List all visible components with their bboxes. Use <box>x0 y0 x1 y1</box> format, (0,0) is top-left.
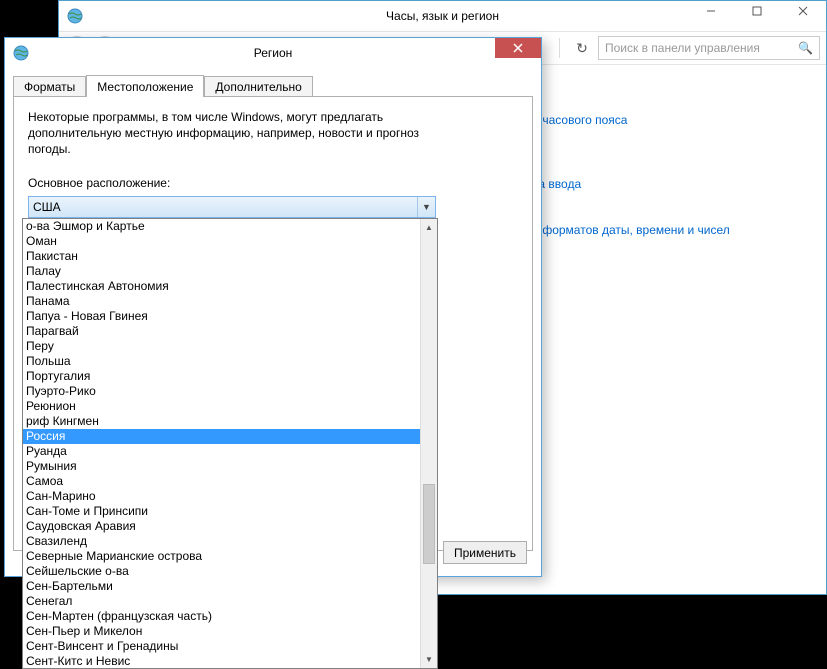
dropdown-item[interactable]: Палау <box>23 264 420 279</box>
scroll-down-button[interactable]: ▼ <box>421 651 437 668</box>
minimize-button[interactable] <box>688 1 734 21</box>
dropdown-item[interactable]: Палестинская Автономия <box>23 279 420 294</box>
location-combobox[interactable]: США ▼ <box>28 196 436 218</box>
dialog-titlebar[interactable]: Регион <box>5 38 541 68</box>
dropdown-item[interactable]: Оман <box>23 234 420 249</box>
scroll-up-button[interactable]: ▲ <box>421 219 437 236</box>
dropdown-item[interactable]: Польша <box>23 354 420 369</box>
dropdown-item[interactable]: Пакистан <box>23 249 420 264</box>
parent-titlebar[interactable]: Часы, язык и регион <box>59 1 826 31</box>
dialog-title: Регион <box>5 46 541 60</box>
dropdown-item[interactable]: Руанда <box>23 444 420 459</box>
dialog-close-button[interactable] <box>495 38 541 58</box>
dropdown-items-container: о-ва Эшмор и КартьеОманПакистанПалауПале… <box>23 219 420 668</box>
dropdown-item[interactable]: Румыния <box>23 459 420 474</box>
apply-button[interactable]: Применить <box>443 541 527 564</box>
search-placeholder: Поиск в панели управления <box>605 41 760 55</box>
dropdown-item[interactable]: Перу <box>23 339 420 354</box>
link-date-formats[interactable]: ние форматов даты, времени и чисел <box>519 223 730 237</box>
dropdown-item[interactable]: Северные Марианские острова <box>23 549 420 564</box>
globe-icon <box>67 8 83 24</box>
dropdown-item[interactable]: Сан-Марино <box>23 489 420 504</box>
location-label: Основное расположение: <box>28 176 518 190</box>
dropdown-item[interactable]: Парагвай <box>23 324 420 339</box>
tab-formats[interactable]: Форматы <box>13 76 86 98</box>
globe-icon <box>13 45 29 61</box>
dropdown-item[interactable]: Сен-Бартельми <box>23 579 420 594</box>
close-button[interactable] <box>780 1 826 21</box>
dropdown-item[interactable]: Саудовская Аравия <box>23 519 420 534</box>
dropdown-item[interactable]: Сент-Винсент и Гренадины <box>23 639 420 654</box>
dropdown-scrollbar[interactable]: ▲ ▼ <box>420 219 437 668</box>
scroll-thumb[interactable] <box>423 484 435 564</box>
dropdown-item[interactable]: Португалия <box>23 369 420 384</box>
toolbar-separator <box>559 38 560 58</box>
maximize-button[interactable] <box>734 1 780 21</box>
refresh-button[interactable]: ↻ <box>570 36 594 60</box>
dropdown-item[interactable]: Сенегал <box>23 594 420 609</box>
dropdown-item[interactable]: Панама <box>23 294 420 309</box>
location-dropdown-list[interactable]: о-ва Эшмор и КартьеОманПакистанПалауПале… <box>22 218 438 669</box>
dropdown-item[interactable]: Сен-Пьер и Микелон <box>23 624 420 639</box>
dropdown-item[interactable]: Реюнион <box>23 399 420 414</box>
dropdown-item[interactable]: о-ва Эшмор и Картье <box>23 219 420 234</box>
search-input[interactable]: Поиск в панели управления 🔍 <box>598 36 820 60</box>
dropdown-item[interactable]: Самоа <box>23 474 420 489</box>
dropdown-item[interactable]: Папуа - Новая Гвинея <box>23 309 420 324</box>
dropdown-item[interactable]: Сент-Китс и Невис <box>23 654 420 668</box>
dropdown-item[interactable]: Сейшельские о-ва <box>23 564 420 579</box>
dropdown-item[interactable]: Сан-Томе и Принсипи <box>23 504 420 519</box>
dropdown-item[interactable]: Свазиленд <box>23 534 420 549</box>
dropdown-item[interactable]: Сен-Мартен (французская часть) <box>23 609 420 624</box>
dropdown-item[interactable]: Пуэрто-Рико <box>23 384 420 399</box>
chevron-down-icon: ▼ <box>417 197 435 217</box>
location-description: Некоторые программы, в том числе Windows… <box>28 109 428 158</box>
location-selected-value: США <box>33 200 61 214</box>
search-icon: 🔍 <box>798 41 813 55</box>
dropdown-item[interactable]: Россия <box>23 429 420 444</box>
tab-additional[interactable]: Дополнительно <box>204 76 312 98</box>
dropdown-item[interactable]: риф Кингмен <box>23 414 420 429</box>
tab-location[interactable]: Местоположение <box>86 75 204 97</box>
tab-bar: Форматы Местоположение Дополнительно <box>13 75 533 97</box>
